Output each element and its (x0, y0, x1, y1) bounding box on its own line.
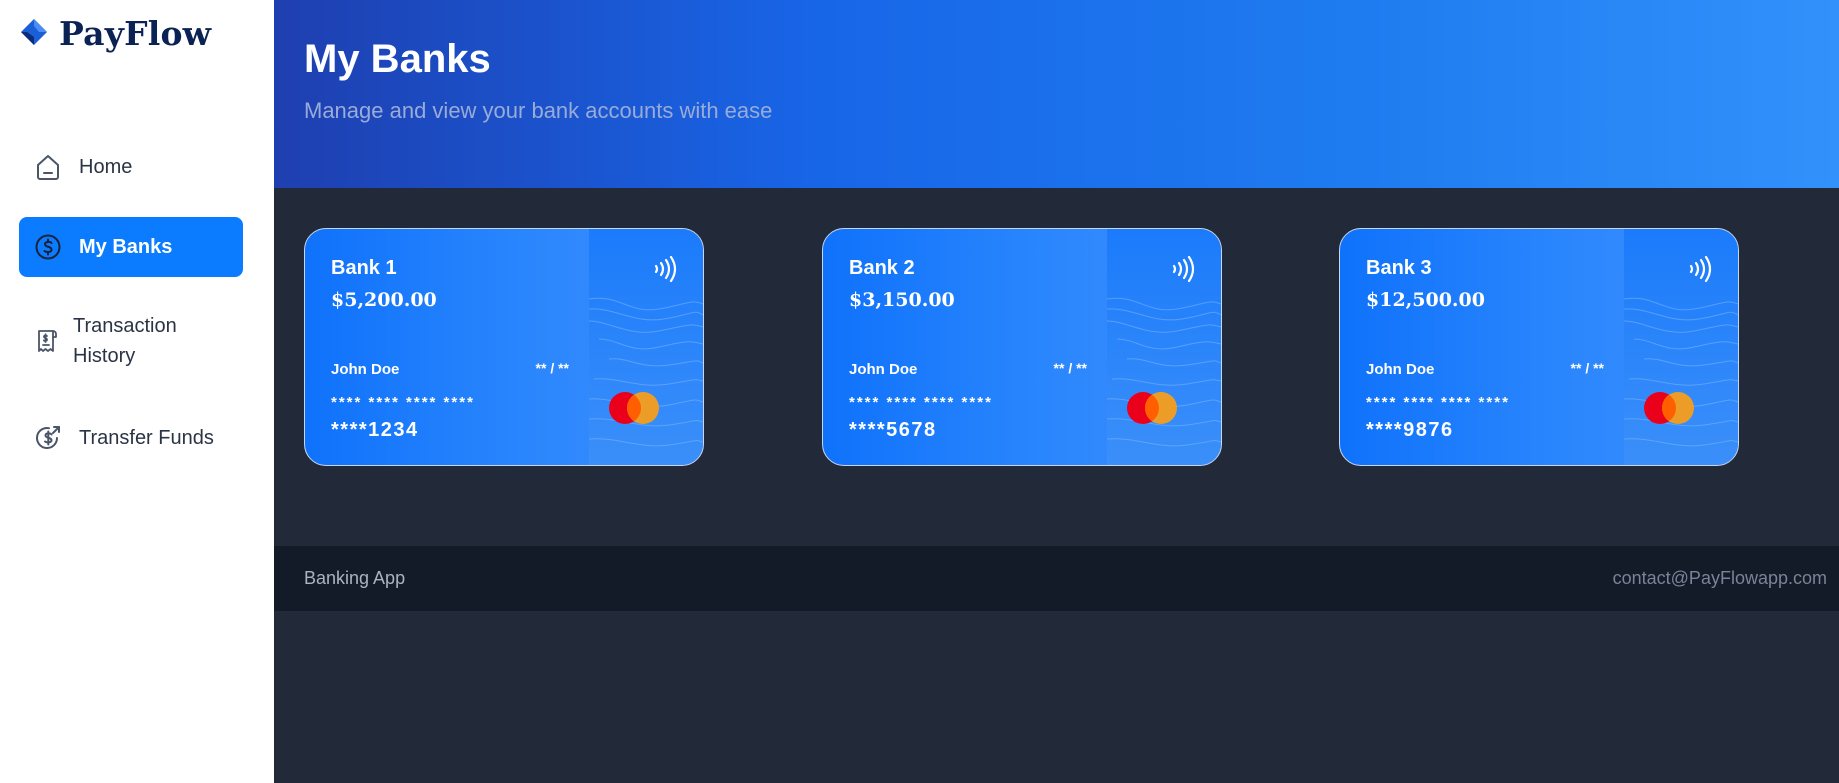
dollar-circle-icon (35, 234, 61, 260)
payflow-logo-icon (21, 18, 47, 45)
page-subtitle: Manage and view your bank accounts with … (304, 98, 773, 123)
card-number-mask: **** **** **** **** (849, 394, 993, 411)
card-number-mask: **** **** **** **** (1366, 394, 1510, 411)
contactless-icon (654, 255, 677, 283)
contactless-icon (1689, 255, 1712, 283)
sidebar: PayFlow Home My Banks Transaction Histor… (0, 0, 274, 783)
bank-name: Bank 1 (331, 257, 397, 279)
bank-card-1[interactable]: Bank 1 $5,200.00 John Doe ** / ** **** *… (304, 228, 704, 466)
card-last-digits: ****9876 (1366, 419, 1454, 441)
sidebar-item-my-banks[interactable]: My Banks (19, 217, 243, 277)
logo[interactable]: PayFlow (19, 14, 211, 53)
card-holder: John Doe (849, 361, 918, 378)
card-number-mask: **** **** **** **** (331, 394, 475, 411)
footer-app-label: Banking App (304, 568, 406, 588)
card-holder: John Doe (331, 361, 400, 378)
home-icon (37, 155, 59, 180)
sidebar-item-label: My Banks (79, 235, 173, 258)
mastercard-icon (1127, 392, 1177, 424)
card-last-digits: ****1234 (331, 419, 419, 441)
footer-contact-email[interactable]: contact@PayFlowapp.com (1613, 568, 1827, 589)
bank-name: Bank 2 (849, 257, 915, 279)
bank-name: Bank 3 (1366, 257, 1432, 279)
sidebar-item-transaction-history[interactable]: Transaction History (19, 308, 243, 374)
receipt-icon (38, 330, 57, 352)
card-pattern (1107, 229, 1221, 465)
card-expiry: ** / ** (1570, 360, 1604, 376)
app-name: PayFlow (59, 14, 212, 53)
bank-card-3[interactable]: Bank 3 $12,500.00 John Doe ** / ** **** … (1339, 228, 1739, 466)
sidebar-item-transfer-funds[interactable]: Transfer Funds (19, 417, 243, 459)
card-expiry: ** / ** (1053, 360, 1087, 376)
bank-balance: $3,150.00 (849, 289, 955, 311)
bank-card-2[interactable]: Bank 2 $3,150.00 John Doe ** / ** **** *… (822, 228, 1222, 466)
page-header: My Banks Manage and view your bank accou… (274, 0, 1839, 188)
footer: Banking App contact@PayFlowapp.com (274, 546, 1839, 611)
bank-balance: $12,500.00 (1366, 289, 1485, 311)
sidebar-item-label: Transfer Funds (79, 426, 214, 449)
mastercard-icon (1644, 392, 1694, 424)
sidebar-item-label: Home (79, 155, 133, 178)
card-expiry: ** / ** (535, 360, 569, 376)
page-title: My Banks (304, 37, 491, 81)
dollar-send-icon (36, 426, 60, 449)
card-pattern (1624, 229, 1738, 465)
bank-balance: $5,200.00 (331, 289, 437, 311)
card-holder: John Doe (1366, 361, 1435, 378)
sidebar-item-home[interactable]: Home (19, 146, 243, 188)
sidebar-item-label-line1: Transaction (73, 315, 177, 337)
sidebar-item-label-line2: History (73, 345, 136, 367)
mastercard-icon (609, 392, 659, 424)
card-pattern (589, 229, 703, 465)
card-last-digits: ****5678 (849, 419, 937, 441)
sidebar-item-label: Transaction History (73, 311, 177, 371)
contactless-icon (1172, 255, 1195, 283)
